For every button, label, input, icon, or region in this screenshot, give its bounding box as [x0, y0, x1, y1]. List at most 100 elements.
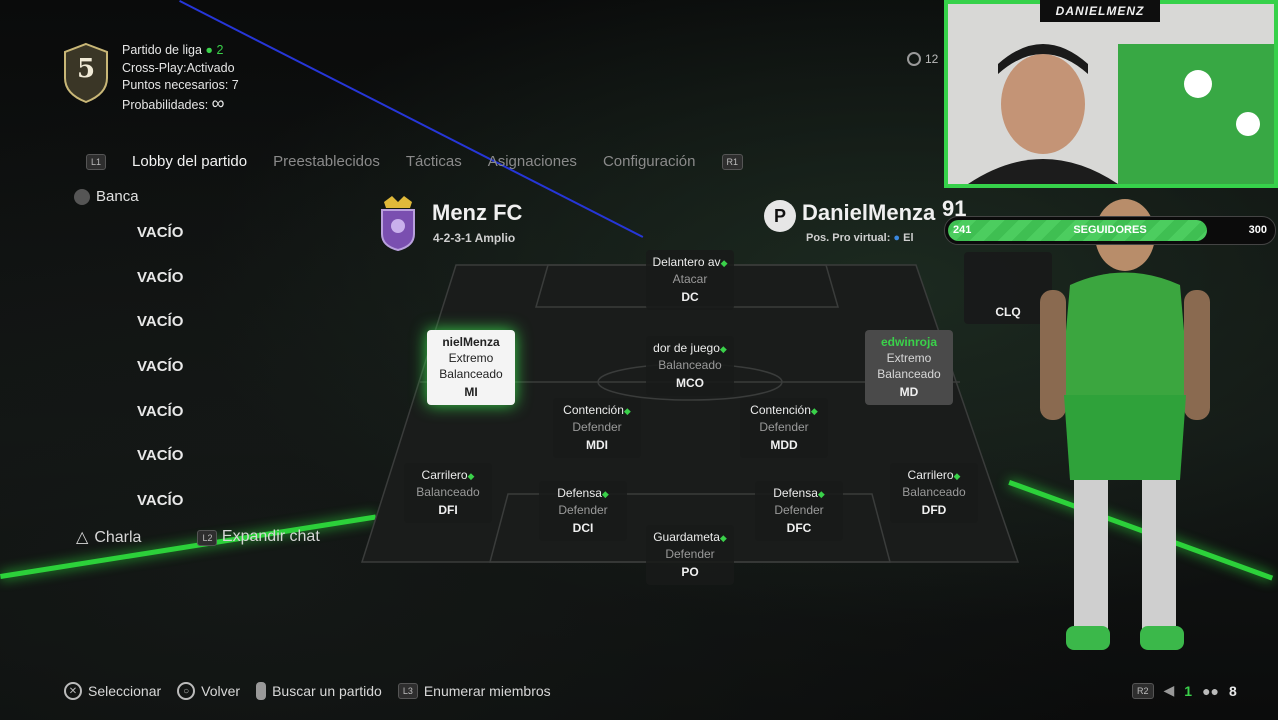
bench-header[interactable]: Banca: [74, 188, 139, 205]
r2-button[interactable]: R2: [1132, 682, 1154, 699]
find-match-action[interactable]: Buscar un partido: [256, 682, 382, 700]
talk-button[interactable]: △ Charla: [76, 527, 141, 547]
plus-icon: ◆: [467, 471, 475, 481]
slot-style: Defender: [558, 503, 608, 517]
left-stick-icon: [74, 188, 90, 205]
slot-player-name: edwinroja: [880, 335, 937, 349]
slot-style: Balanceado: [902, 485, 966, 499]
expand-chat-button[interactable]: L2 Expandir chat: [197, 528, 320, 546]
slot-role: Defensa: [773, 486, 818, 500]
slot-position: DFD: [921, 503, 947, 517]
members-icon: ●●: [1202, 682, 1220, 699]
bench-slot-6[interactable]: VACÍO: [137, 447, 183, 464]
tab-lobby[interactable]: Lobby del partido: [132, 153, 247, 170]
slot-position: PO: [681, 565, 699, 579]
select-label: Seleccionar: [88, 683, 162, 699]
slot-role: Defensa: [557, 486, 602, 500]
slot-position: MDD: [770, 438, 798, 452]
bench-slot-1[interactable]: VACÍO: [137, 224, 183, 241]
slot-role: Contención: [750, 403, 811, 417]
slot-style-2: Balanceado: [439, 367, 503, 381]
player-avatar: [1030, 190, 1220, 670]
slot-player-name: nielMenza: [442, 335, 500, 349]
slot-role: Contención: [563, 403, 624, 417]
slot-dfi[interactable]: Carrilero◆ Balanceado DFI: [404, 463, 492, 523]
plus-icon: ◆: [953, 471, 961, 481]
l2-button: L2: [197, 530, 218, 546]
pro-virtual-label: Pos. Pro virtual:: [806, 232, 891, 244]
slot-style: Balanceado: [658, 358, 722, 372]
slot-role: Carrilero: [421, 468, 468, 482]
formation-label[interactable]: 4-2-3-1 Amplio: [433, 231, 515, 245]
slot-position: MI: [464, 385, 478, 399]
slot-dfd[interactable]: Carrilero◆ Balanceado DFD: [890, 463, 978, 523]
pro-virtual-value: El: [903, 232, 914, 244]
slot-mdi[interactable]: Contención◆ Defender MDI: [553, 398, 641, 458]
list-members-action[interactable]: L3 Enumerar miembros: [397, 683, 551, 699]
followers-goal: 300: [1248, 224, 1267, 236]
expand-chat-label: Expandir chat: [221, 528, 320, 545]
slot-style: Defender: [665, 547, 715, 561]
coins-display: 12: [907, 52, 938, 66]
bottom-controls: ✕ Seleccionar ○ Volver Buscar un partido…: [64, 682, 551, 700]
talk-label: Charla: [94, 529, 142, 546]
find-match-label: Buscar un partido: [272, 683, 382, 699]
slot-position: MDI: [586, 438, 608, 452]
select-action[interactable]: ✕ Seleccionar: [64, 682, 161, 700]
status-dot-icon: ●: [893, 232, 901, 244]
slot-mi[interactable]: nielMenza Extremo Balanceado MI: [427, 330, 515, 405]
slot-dc[interactable]: Delantero av◆ Atacar DC: [646, 250, 734, 310]
odds-label: Probabilidades:: [122, 97, 209, 112]
coin-icon: [907, 52, 921, 66]
plus-icon: ◆: [623, 406, 631, 416]
plus-icon: ◆: [720, 258, 728, 268]
slot-style: Balanceado: [416, 485, 480, 499]
slot-position: DCI: [572, 521, 594, 535]
back-action[interactable]: ○ Volver: [177, 682, 240, 700]
team-name: Menz FC: [432, 200, 523, 225]
slot-role: Guardameta: [653, 530, 720, 544]
streamer-tag: DANIELMENZ: [1040, 0, 1160, 22]
followers-label: SEGUIDORES: [1073, 224, 1147, 236]
bench-slot-7[interactable]: VACÍO: [137, 492, 183, 509]
cross-icon: ✕: [64, 682, 82, 700]
slot-mdd[interactable]: Contención◆ Defender MDD: [740, 398, 828, 458]
l1-button[interactable]: L1: [86, 153, 107, 170]
slot-md[interactable]: edwinroja Extremo Balanceado MD: [865, 330, 953, 405]
slot-mco[interactable]: dor de juego◆ Balanceado MCO: [646, 336, 734, 396]
slot-style: Defender: [572, 420, 622, 434]
tab-assignments[interactable]: Asignaciones: [488, 153, 577, 170]
plus-icon: ◆: [719, 344, 727, 354]
r1-button[interactable]: R1: [721, 153, 744, 170]
crossplay-status: Cross-Play:Activado: [122, 60, 235, 75]
followers-progress-bar: SEGUIDORES 241 300: [944, 216, 1276, 245]
list-members-label: Enumerar miembros: [423, 683, 551, 699]
speaker-icon: ◀: [1163, 682, 1175, 698]
plus-icon: ◆: [719, 533, 727, 543]
league-type: Partido de liga: [122, 43, 202, 57]
speaker-count: 1: [1184, 682, 1193, 699]
bench-slot-3[interactable]: VACÍO: [137, 313, 183, 330]
slot-role: Carrilero: [907, 468, 954, 482]
slot-dci[interactable]: Defensa◆ Defender DCI: [539, 481, 627, 541]
triangle-icon: △: [76, 529, 89, 546]
bench-title: Banca: [96, 188, 139, 205]
plus-icon: ◆: [601, 489, 609, 499]
tab-settings[interactable]: Configuración: [603, 153, 696, 170]
circle-icon: ○: [177, 682, 196, 700]
slot-dfc[interactable]: Defensa◆ Defender DFC: [755, 481, 843, 541]
slot-style: Defender: [759, 420, 809, 434]
bench-slot-5[interactable]: VACÍO: [137, 403, 183, 420]
tab-bar: L1 Lobby del partido Preestablecidos Tác…: [86, 153, 744, 170]
plus-icon: ◆: [810, 406, 818, 416]
webcam-overlay: [944, 0, 1278, 188]
bench-slot-4[interactable]: VACÍO: [137, 358, 183, 375]
slot-position: DFI: [438, 503, 458, 517]
tab-tactics[interactable]: Tácticas: [406, 153, 462, 170]
slot-po[interactable]: Guardameta◆ Defender PO: [646, 525, 734, 585]
slot-position: DC: [681, 290, 699, 304]
tab-presets[interactable]: Preestablecidos: [273, 153, 380, 170]
slot-role: dor de juego: [653, 341, 720, 355]
rank-shield-icon: 5: [62, 42, 110, 104]
bench-slot-2[interactable]: VACÍO: [137, 269, 183, 286]
